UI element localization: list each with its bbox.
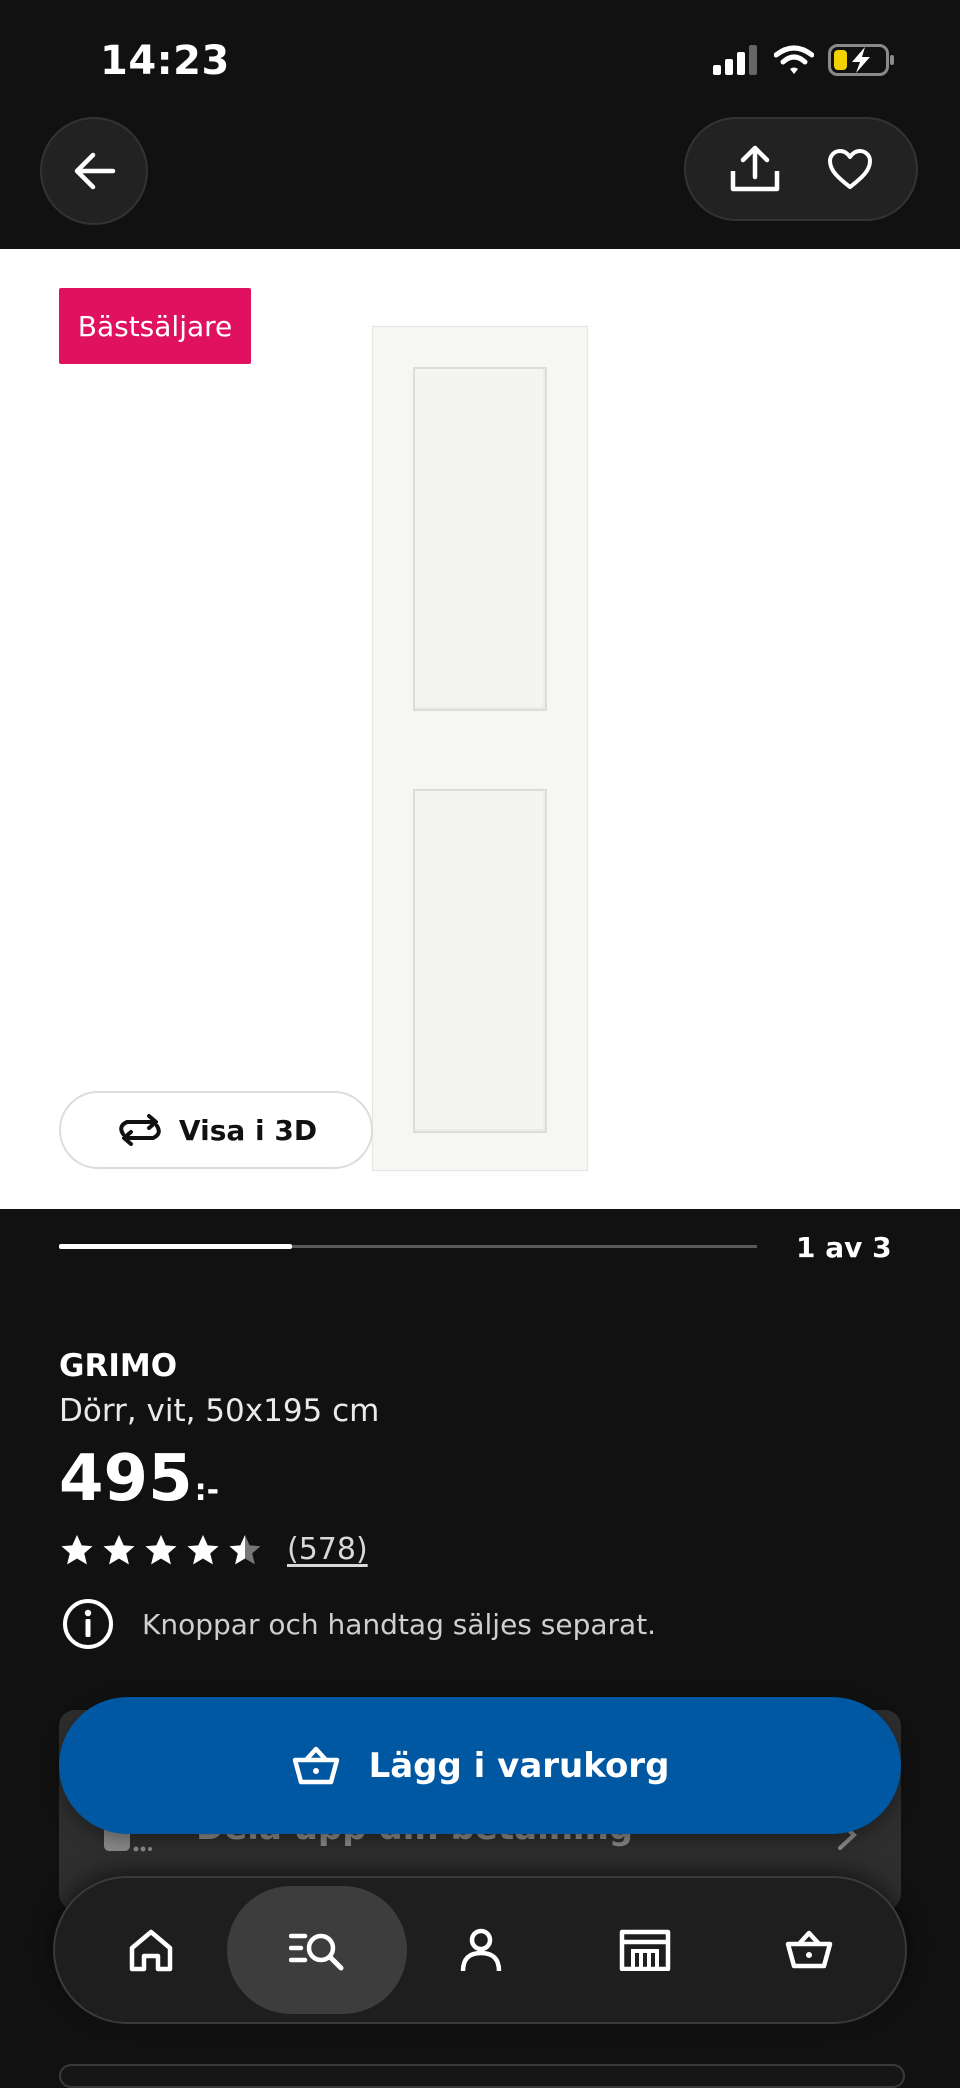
star-icon (187, 1534, 219, 1564)
nav-home[interactable] (69, 1886, 233, 2014)
store-icon (619, 1929, 671, 1971)
price-suffix: :- (194, 1473, 220, 1508)
door-panel-top (413, 367, 547, 711)
back-arrow-icon (74, 152, 116, 190)
price-value: 495 (59, 1442, 193, 1516)
product-name: GRIMO (59, 1348, 178, 1384)
rotate-3d-icon (119, 1114, 161, 1146)
wifi-icon (774, 45, 814, 74)
rating-stars (59, 1533, 263, 1567)
view-3d-label: Visa i 3D (178, 1113, 318, 1147)
nav-profile[interactable] (399, 1886, 563, 2014)
nav-cart[interactable] (727, 1886, 891, 2014)
nav-search[interactable] (227, 1886, 407, 2014)
star-icon (145, 1534, 177, 1564)
star-icon (229, 1534, 261, 1564)
bottom-nav (53, 1876, 907, 2024)
back-button[interactable] (40, 117, 148, 225)
add-to-cart-label: Lägg i varukorg (368, 1745, 670, 1786)
signal-icon (713, 45, 757, 75)
product-rating[interactable]: (578) (59, 1532, 368, 1567)
image-pager-track[interactable] (59, 1244, 757, 1249)
basket-icon (292, 1746, 339, 1784)
rating-count[interactable]: (578) (287, 1532, 368, 1567)
heart-icon[interactable] (827, 148, 873, 190)
add-to-cart-button[interactable]: Lägg i varukorg (59, 1697, 901, 1834)
product-image-door (372, 326, 588, 1171)
nav-store[interactable] (563, 1886, 727, 2014)
sheet-edge (59, 2064, 905, 2088)
info-icon (63, 1599, 113, 1649)
bestseller-badge: Bästsäljare (59, 288, 251, 364)
share-icon[interactable] (729, 145, 781, 193)
actions-pill (684, 117, 918, 221)
star-icon (103, 1534, 135, 1564)
info-notice: Knoppar och handtag säljes separat. (62, 1598, 656, 1650)
status-time: 14:23 (100, 38, 230, 84)
product-description: Dörr, vit, 50x195 cm (59, 1393, 380, 1429)
battery-icon (828, 44, 894, 76)
status-icons (712, 44, 896, 76)
home-icon (129, 1929, 173, 1972)
search-icon (289, 1933, 344, 1971)
profile-icon (460, 1928, 502, 1972)
product-price: 495:- (59, 1442, 219, 1516)
cart-icon (785, 1930, 833, 1969)
info-text: Knoppar och handtag säljes separat. (142, 1607, 657, 1641)
image-pager-label: 1 av 3 (796, 1231, 892, 1264)
image-pager-progress (59, 1244, 292, 1249)
view-3d-button[interactable]: Visa i 3D (59, 1091, 373, 1169)
door-panel-bottom (413, 789, 547, 1133)
star-icon (61, 1534, 93, 1564)
